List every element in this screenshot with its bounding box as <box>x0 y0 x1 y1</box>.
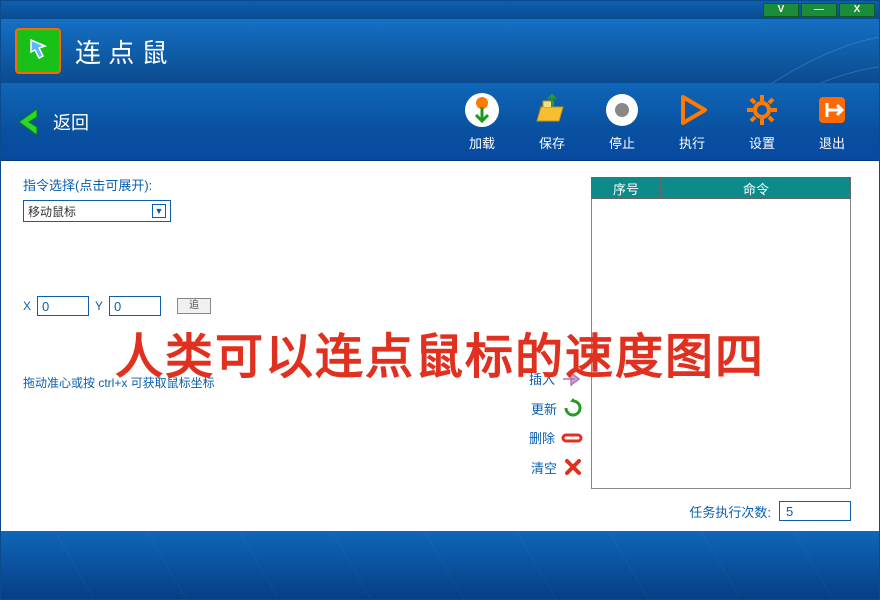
titlebar-v-button[interactable]: V <box>763 3 799 17</box>
update-button[interactable]: 更新 <box>531 398 583 418</box>
clear-button[interactable]: 清空 <box>531 457 583 477</box>
minimize-button[interactable]: — <box>801 3 837 17</box>
toolbar: 返回 加载 保存 停止 执行 设置 退出 <box>1 83 879 161</box>
close-button[interactable]: X <box>839 3 875 17</box>
combo-value: 移动鼠标 <box>28 203 76 220</box>
back-button[interactable]: 返回 <box>15 107 89 137</box>
delete-button[interactable]: 删除 <box>529 428 583 447</box>
insert-arrow-icon <box>561 370 583 388</box>
track-button[interactable]: 追 <box>177 298 211 314</box>
exec-count-input[interactable] <box>779 501 851 521</box>
chevron-down-icon: ▼ <box>152 204 166 218</box>
exec-count-row: 任务执行次数: <box>689 501 851 521</box>
footer <box>1 531 879 599</box>
grid-actions: 插入 更新 删除 清空 <box>529 369 583 477</box>
app-icon <box>15 28 61 74</box>
stop-label: 停止 <box>609 133 635 152</box>
titlebar: V — X <box>1 1 879 19</box>
gear-icon <box>743 91 781 129</box>
command-grid: 序号 命令 <box>591 177 851 489</box>
app-title: 连 点 鼠 <box>75 33 167 70</box>
exit-label: 退出 <box>819 133 845 152</box>
x-input[interactable] <box>37 296 89 316</box>
load-icon <box>463 91 501 129</box>
exec-count-label: 任务执行次数: <box>689 502 771 521</box>
y-label: Y <box>95 299 103 313</box>
app-header: 连 点 鼠 <box>1 19 879 83</box>
settings-button[interactable]: 设置 <box>727 91 797 152</box>
refresh-icon <box>563 398 583 418</box>
settings-label: 设置 <box>749 133 775 152</box>
y-input[interactable] <box>109 296 161 316</box>
command-select-combo[interactable]: 移动鼠标 ▼ <box>23 200 171 222</box>
save-button[interactable]: 保存 <box>517 91 587 152</box>
save-icon <box>533 91 571 129</box>
back-arrow-icon <box>15 107 47 137</box>
grid-header-cmd: 命令 <box>661 177 851 199</box>
grid-body[interactable] <box>591 199 851 489</box>
clear-x-icon <box>563 457 583 477</box>
delete-label: 删除 <box>529 428 555 447</box>
back-label: 返回 <box>53 109 89 135</box>
insert-button[interactable]: 插入 <box>529 369 583 388</box>
insert-label: 插入 <box>529 369 555 388</box>
clear-label: 清空 <box>531 458 557 477</box>
update-label: 更新 <box>531 399 557 418</box>
stop-button[interactable]: 停止 <box>587 91 657 152</box>
run-button[interactable]: 执行 <box>657 91 727 152</box>
delete-icon <box>561 431 583 445</box>
exit-button[interactable]: 退出 <box>797 91 867 152</box>
load-label: 加载 <box>469 133 495 152</box>
exit-icon <box>813 91 851 129</box>
grid-header-seq: 序号 <box>591 177 661 199</box>
save-label: 保存 <box>539 133 565 152</box>
x-label: X <box>23 299 31 313</box>
run-label: 执行 <box>679 133 705 152</box>
stop-icon <box>603 91 641 129</box>
load-button[interactable]: 加载 <box>447 91 517 152</box>
run-icon <box>673 91 711 129</box>
